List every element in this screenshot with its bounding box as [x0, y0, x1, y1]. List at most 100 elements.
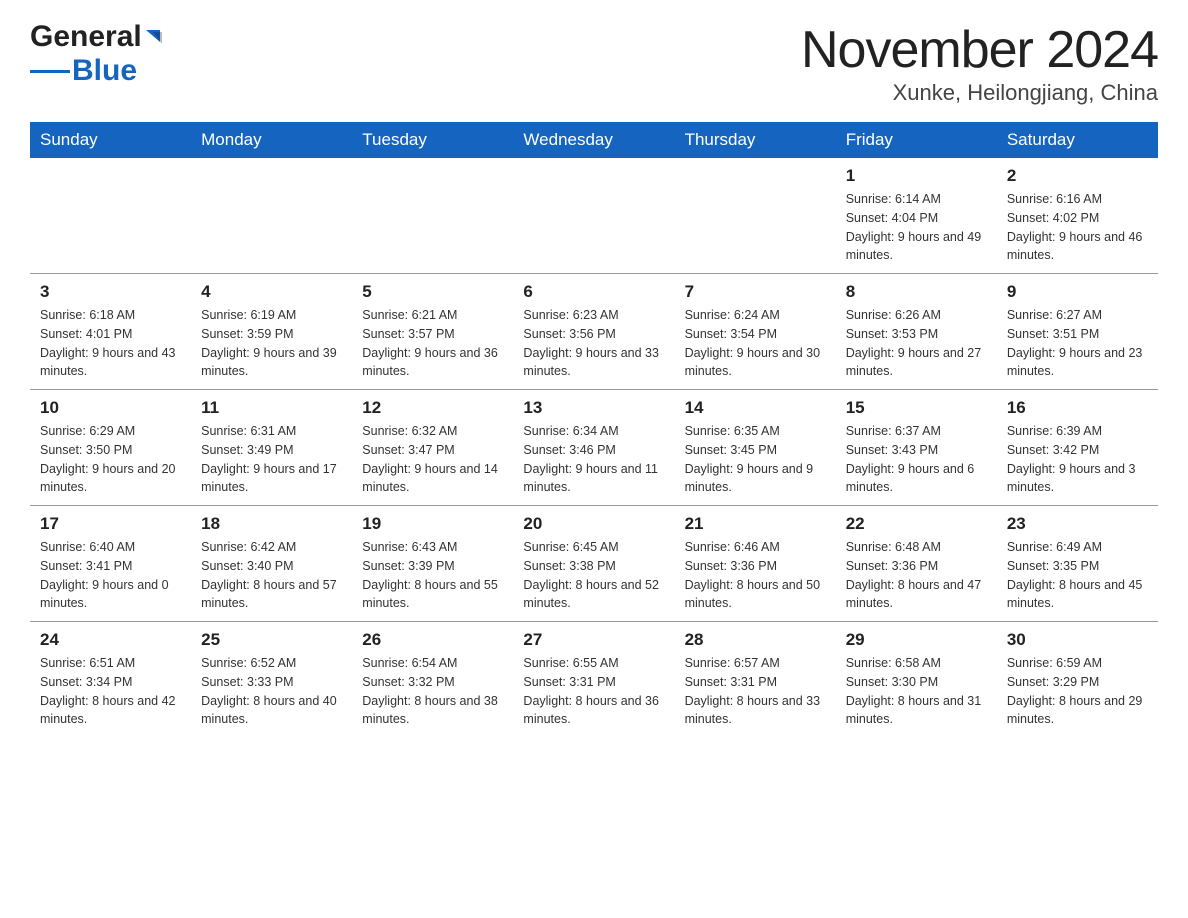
- day-number: 6: [523, 282, 664, 302]
- day-number: 7: [685, 282, 826, 302]
- calendar-day-cell: [513, 158, 674, 274]
- day-number: 16: [1007, 398, 1148, 418]
- day-info: Sunrise: 6:16 AMSunset: 4:02 PMDaylight:…: [1007, 190, 1148, 265]
- calendar-day-cell: 13 Sunrise: 6:34 AMSunset: 3:46 PMDayligh…: [513, 390, 674, 506]
- day-info: Sunrise: 6:40 AMSunset: 3:41 PMDaylight:…: [40, 538, 181, 613]
- calendar-subtitle: Xunke, Heilongjiang, China: [801, 80, 1158, 106]
- header-thursday: Thursday: [675, 122, 836, 158]
- day-info: Sunrise: 6:51 AMSunset: 3:34 PMDaylight:…: [40, 654, 181, 729]
- day-number: 23: [1007, 514, 1148, 534]
- calendar-day-cell: [191, 158, 352, 274]
- day-info: Sunrise: 6:27 AMSunset: 3:51 PMDaylight:…: [1007, 306, 1148, 381]
- calendar-week-row: 3 Sunrise: 6:18 AMSunset: 4:01 PMDaylight…: [30, 274, 1158, 390]
- day-info: Sunrise: 6:37 AMSunset: 3:43 PMDaylight:…: [846, 422, 987, 497]
- day-info: Sunrise: 6:23 AMSunset: 3:56 PMDaylight:…: [523, 306, 664, 381]
- calendar-table: Sunday Monday Tuesday Wednesday Thursday…: [30, 122, 1158, 737]
- day-info: Sunrise: 6:48 AMSunset: 3:36 PMDaylight:…: [846, 538, 987, 613]
- calendar-day-cell: 20 Sunrise: 6:45 AMSunset: 3:38 PMDayligh…: [513, 506, 674, 622]
- calendar-day-cell: 27 Sunrise: 6:55 AMSunset: 3:31 PMDayligh…: [513, 622, 674, 738]
- header-sunday: Sunday: [30, 122, 191, 158]
- header-saturday: Saturday: [997, 122, 1158, 158]
- calendar-day-cell: 11 Sunrise: 6:31 AMSunset: 3:49 PMDayligh…: [191, 390, 352, 506]
- day-number: 18: [201, 514, 342, 534]
- logo-triangle-icon: [142, 28, 164, 46]
- logo: General Blue: [30, 20, 164, 88]
- calendar-day-cell: 17 Sunrise: 6:40 AMSunset: 3:41 PMDayligh…: [30, 506, 191, 622]
- calendar-day-cell: 24 Sunrise: 6:51 AMSunset: 3:34 PMDayligh…: [30, 622, 191, 738]
- day-info: Sunrise: 6:35 AMSunset: 3:45 PMDaylight:…: [685, 422, 826, 497]
- day-number: 19: [362, 514, 503, 534]
- day-info: Sunrise: 6:29 AMSunset: 3:50 PMDaylight:…: [40, 422, 181, 497]
- day-number: 20: [523, 514, 664, 534]
- day-info: Sunrise: 6:45 AMSunset: 3:38 PMDaylight:…: [523, 538, 664, 613]
- calendar-day-cell: 3 Sunrise: 6:18 AMSunset: 4:01 PMDaylight…: [30, 274, 191, 390]
- day-info: Sunrise: 6:42 AMSunset: 3:40 PMDaylight:…: [201, 538, 342, 613]
- day-number: 10: [40, 398, 181, 418]
- day-number: 28: [685, 630, 826, 650]
- calendar-day-cell: 9Sunrise: 6:27 AMSunset: 3:51 PMDaylight…: [997, 274, 1158, 390]
- day-number: 2: [1007, 166, 1148, 186]
- day-info: Sunrise: 6:57 AMSunset: 3:31 PMDaylight:…: [685, 654, 826, 729]
- calendar-week-row: 17 Sunrise: 6:40 AMSunset: 3:41 PMDayligh…: [30, 506, 1158, 622]
- header-tuesday: Tuesday: [352, 122, 513, 158]
- day-number: 3: [40, 282, 181, 302]
- header-monday: Monday: [191, 122, 352, 158]
- day-number: 5: [362, 282, 503, 302]
- day-info: Sunrise: 6:55 AMSunset: 3:31 PMDaylight:…: [523, 654, 664, 729]
- calendar-day-cell: 22 Sunrise: 6:48 AMSunset: 3:36 PMDayligh…: [836, 506, 997, 622]
- calendar-day-cell: 15 Sunrise: 6:37 AMSunset: 3:43 PMDayligh…: [836, 390, 997, 506]
- day-info: Sunrise: 6:21 AMSunset: 3:57 PMDaylight:…: [362, 306, 503, 381]
- day-info: Sunrise: 6:49 AMSunset: 3:35 PMDaylight:…: [1007, 538, 1148, 613]
- calendar-day-cell: 7 Sunrise: 6:24 AMSunset: 3:54 PMDaylight…: [675, 274, 836, 390]
- calendar-day-cell: 12 Sunrise: 6:32 AMSunset: 3:47 PMDayligh…: [352, 390, 513, 506]
- calendar-day-cell: 14 Sunrise: 6:35 AMSunset: 3:45 PMDayligh…: [675, 390, 836, 506]
- calendar-day-cell: [675, 158, 836, 274]
- day-info: Sunrise: 6:32 AMSunset: 3:47 PMDaylight:…: [362, 422, 503, 497]
- calendar-day-cell: 28 Sunrise: 6:57 AMSunset: 3:31 PMDayligh…: [675, 622, 836, 738]
- day-number: 26: [362, 630, 503, 650]
- day-number: 8: [846, 282, 987, 302]
- day-info: Sunrise: 6:58 AMSunset: 3:30 PMDaylight:…: [846, 654, 987, 729]
- day-info: Sunrise: 6:39 AMSunset: 3:42 PMDaylight:…: [1007, 422, 1148, 497]
- day-number: 13: [523, 398, 664, 418]
- day-number: 27: [523, 630, 664, 650]
- day-number: 21: [685, 514, 826, 534]
- day-number: 24: [40, 630, 181, 650]
- calendar-day-cell: 2 Sunrise: 6:16 AMSunset: 4:02 PMDaylight…: [997, 158, 1158, 274]
- calendar-day-cell: [352, 158, 513, 274]
- calendar-day-cell: 8Sunrise: 6:26 AMSunset: 3:53 PMDaylight…: [836, 274, 997, 390]
- day-number: 29: [846, 630, 987, 650]
- logo-general-text: General: [30, 20, 142, 54]
- day-number: 14: [685, 398, 826, 418]
- calendar-header-row: Sunday Monday Tuesday Wednesday Thursday…: [30, 122, 1158, 158]
- day-info: Sunrise: 6:31 AMSunset: 3:49 PMDaylight:…: [201, 422, 342, 497]
- day-number: 30: [1007, 630, 1148, 650]
- day-info: Sunrise: 6:19 AMSunset: 3:59 PMDaylight:…: [201, 306, 342, 381]
- calendar-day-cell: 1Sunrise: 6:14 AMSunset: 4:04 PMDaylight…: [836, 158, 997, 274]
- calendar-week-row: 24 Sunrise: 6:51 AMSunset: 3:34 PMDayligh…: [30, 622, 1158, 738]
- day-info: Sunrise: 6:43 AMSunset: 3:39 PMDaylight:…: [362, 538, 503, 613]
- header-friday: Friday: [836, 122, 997, 158]
- day-info: Sunrise: 6:34 AMSunset: 3:46 PMDaylight:…: [523, 422, 664, 497]
- day-number: 15: [846, 398, 987, 418]
- day-info: Sunrise: 6:59 AMSunset: 3:29 PMDaylight:…: [1007, 654, 1148, 729]
- logo-blue-text: Blue: [72, 54, 137, 88]
- page-header: General Blue November 2024 Xunke, Heilon…: [30, 20, 1158, 106]
- title-area: November 2024 Xunke, Heilongjiang, China: [801, 20, 1158, 106]
- day-info: Sunrise: 6:46 AMSunset: 3:36 PMDaylight:…: [685, 538, 826, 613]
- calendar-day-cell: 25Sunrise: 6:52 AMSunset: 3:33 PMDayligh…: [191, 622, 352, 738]
- day-number: 11: [201, 398, 342, 418]
- day-info: Sunrise: 6:24 AMSunset: 3:54 PMDaylight:…: [685, 306, 826, 381]
- day-number: 22: [846, 514, 987, 534]
- day-number: 12: [362, 398, 503, 418]
- calendar-day-cell: 21 Sunrise: 6:46 AMSunset: 3:36 PMDayligh…: [675, 506, 836, 622]
- calendar-day-cell: 29 Sunrise: 6:58 AMSunset: 3:30 PMDayligh…: [836, 622, 997, 738]
- calendar-day-cell: 10 Sunrise: 6:29 AMSunset: 3:50 PMDayligh…: [30, 390, 191, 506]
- calendar-title: November 2024: [801, 20, 1158, 80]
- day-number: 17: [40, 514, 181, 534]
- calendar-day-cell: 4Sunrise: 6:19 AMSunset: 3:59 PMDaylight…: [191, 274, 352, 390]
- day-info: Sunrise: 6:54 AMSunset: 3:32 PMDaylight:…: [362, 654, 503, 729]
- day-info: Sunrise: 6:18 AMSunset: 4:01 PMDaylight:…: [40, 306, 181, 381]
- calendar-day-cell: 18 Sunrise: 6:42 AMSunset: 3:40 PMDayligh…: [191, 506, 352, 622]
- calendar-week-row: 10 Sunrise: 6:29 AMSunset: 3:50 PMDayligh…: [30, 390, 1158, 506]
